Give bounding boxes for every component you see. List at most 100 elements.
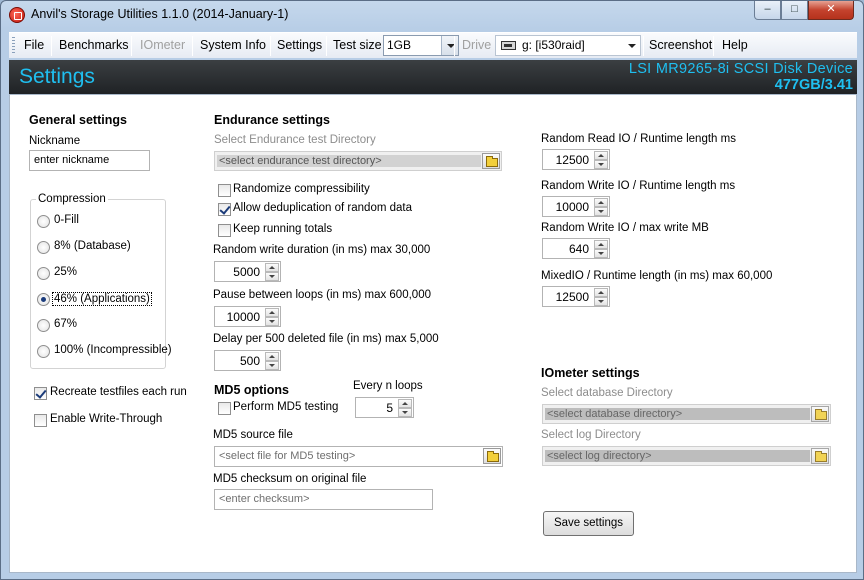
folder-icon[interactable] [811, 406, 829, 422]
compression-option-label[interactable]: 67% [54, 318, 77, 330]
write-through-label[interactable]: Enable Write-Through [50, 413, 162, 425]
perform-md5-label[interactable]: Perform MD5 testing [233, 401, 338, 413]
compression-radio-2[interactable] [37, 267, 50, 280]
random-write-value: 5000 [233, 265, 260, 279]
compression-radio-1[interactable] [37, 241, 50, 254]
general-settings-heading: General settings [29, 113, 127, 127]
nickname-input[interactable]: enter nickname [29, 150, 150, 171]
save-settings-button[interactable]: Save settings [543, 511, 634, 536]
random-write-mb-stepper[interactable]: 640 [542, 238, 610, 259]
perform-md5-checkbox[interactable] [218, 402, 231, 415]
menu-settings[interactable]: Settings [277, 38, 322, 52]
menu-system-info[interactable]: System Info [200, 38, 266, 52]
random-write-label: Random write duration (in ms) max 30,000 [213, 244, 431, 256]
folder-icon[interactable] [811, 448, 829, 464]
spin-down-icon[interactable] [594, 249, 608, 258]
chevron-down-icon[interactable] [623, 36, 640, 55]
menu-help[interactable]: Help [722, 38, 748, 52]
chevron-down-icon[interactable] [441, 36, 458, 55]
delay-value: 500 [239, 354, 260, 368]
toolbar-grip[interactable] [12, 37, 15, 55]
random-read-stepper[interactable]: 12500 [542, 149, 610, 170]
menu-benchmarks[interactable]: Benchmarks [59, 38, 128, 52]
menu-screenshot[interactable]: Screenshot [649, 38, 712, 52]
spin-down-icon[interactable] [265, 272, 279, 281]
menu-separator [643, 36, 644, 56]
log-dir-label: Select log Directory [541, 429, 641, 441]
test-size-select[interactable]: 1GB [383, 35, 459, 56]
spin-down-icon[interactable] [398, 408, 412, 417]
md5-source-input[interactable]: <select file for MD5 testing> [214, 446, 503, 467]
pause-stepper[interactable]: 10000 [214, 306, 281, 327]
spin-up-icon[interactable] [594, 198, 608, 207]
minimize-button[interactable]: – [754, 1, 781, 20]
every-n-loops-stepper[interactable]: 5 [355, 397, 414, 418]
every-n-loops-value: 5 [386, 401, 393, 415]
compression-label: Compression [36, 193, 108, 205]
spin-down-icon[interactable] [594, 207, 608, 216]
random-read-label: Random Read IO / Runtime length ms [541, 133, 736, 145]
md5-source-label: MD5 source file [213, 429, 293, 441]
folder-icon[interactable] [483, 448, 501, 464]
spin-up-icon[interactable] [265, 352, 279, 361]
drive-icon [501, 41, 516, 50]
recreate-testfiles-label[interactable]: Recreate testfiles each run [50, 386, 187, 398]
endurance-dir-field[interactable]: <select endurance test directory> [214, 151, 502, 171]
spin-up-icon[interactable] [265, 263, 279, 272]
randomize-checkbox[interactable] [218, 184, 231, 197]
compression-option-label[interactable]: 46% (Applications) [52, 292, 152, 306]
compression-option-label[interactable]: 25% [54, 266, 77, 278]
drive-label: Drive [462, 38, 492, 52]
random-write-io-stepper[interactable]: 10000 [542, 196, 610, 217]
maximize-button[interactable]: □ [781, 1, 808, 20]
compression-option-label[interactable]: 8% (Database) [54, 240, 131, 252]
randomize-label[interactable]: Randomize compressibility [233, 183, 370, 195]
test-size-label: Test size [333, 38, 382, 52]
spin-down-icon[interactable] [265, 361, 279, 370]
random-read-value: 12500 [555, 153, 589, 167]
page-title: Settings [19, 65, 95, 88]
md5-heading: MD5 options [214, 383, 289, 397]
dedup-label[interactable]: Allow deduplication of random data [233, 202, 412, 214]
dedup-checkbox[interactable] [218, 203, 231, 216]
menu-iometer[interactable]: IOmeter [140, 38, 185, 52]
compression-option-label[interactable]: 0-Fill [54, 214, 79, 226]
spin-down-icon[interactable] [594, 160, 608, 169]
spin-up-icon[interactable] [594, 288, 608, 297]
menu-file[interactable]: File [24, 38, 44, 52]
db-dir-field[interactable]: <select database directory> [542, 404, 831, 424]
recreate-testfiles-checkbox[interactable] [34, 387, 47, 400]
title-bar: Anvil's Storage Utilities 1.1.0 (2014-Ja… [1, 1, 863, 29]
menu-separator [326, 36, 327, 56]
device-size: 477GB/3.41 [774, 77, 853, 93]
spin-up-icon[interactable] [594, 240, 608, 249]
random-write-stepper[interactable]: 5000 [214, 261, 281, 282]
delay-stepper[interactable]: 500 [214, 350, 281, 371]
menu-separator [454, 36, 455, 56]
write-through-checkbox[interactable] [34, 414, 47, 427]
drive-select[interactable]: g: [i530raid] [495, 35, 641, 56]
spin-up-icon[interactable] [594, 151, 608, 160]
keep-totals-checkbox[interactable] [218, 224, 231, 237]
folder-icon[interactable] [482, 153, 500, 169]
spin-down-icon[interactable] [265, 317, 279, 326]
mixed-io-stepper[interactable]: 12500 [542, 286, 610, 307]
spin-up-icon[interactable] [398, 399, 412, 408]
compression-radio-3[interactable] [37, 293, 50, 306]
every-n-loops-label: Every n loops [353, 380, 423, 392]
compression-radio-0[interactable] [37, 215, 50, 228]
spin-down-icon[interactable] [594, 297, 608, 306]
md5-checksum-input[interactable]: <enter checksum> [214, 489, 433, 510]
log-dir-field[interactable]: <select log directory> [542, 446, 831, 466]
compression-option-label[interactable]: 100% (Incompressible) [54, 344, 172, 356]
compression-radio-5[interactable] [37, 345, 50, 358]
log-dir-placeholder: <select log directory> [545, 450, 810, 462]
device-name: LSI MR9265-8i SCSI Disk Device [628, 61, 853, 77]
spin-up-icon[interactable] [265, 308, 279, 317]
md5-checksum-label: MD5 checksum on original file [213, 473, 367, 485]
menu-separator [192, 36, 193, 56]
close-button[interactable]: ✕ [808, 1, 854, 20]
compression-radio-4[interactable] [37, 319, 50, 332]
random-write-io-label: Random Write IO / Runtime length ms [541, 180, 736, 192]
keep-totals-label[interactable]: Keep running totals [233, 223, 332, 235]
